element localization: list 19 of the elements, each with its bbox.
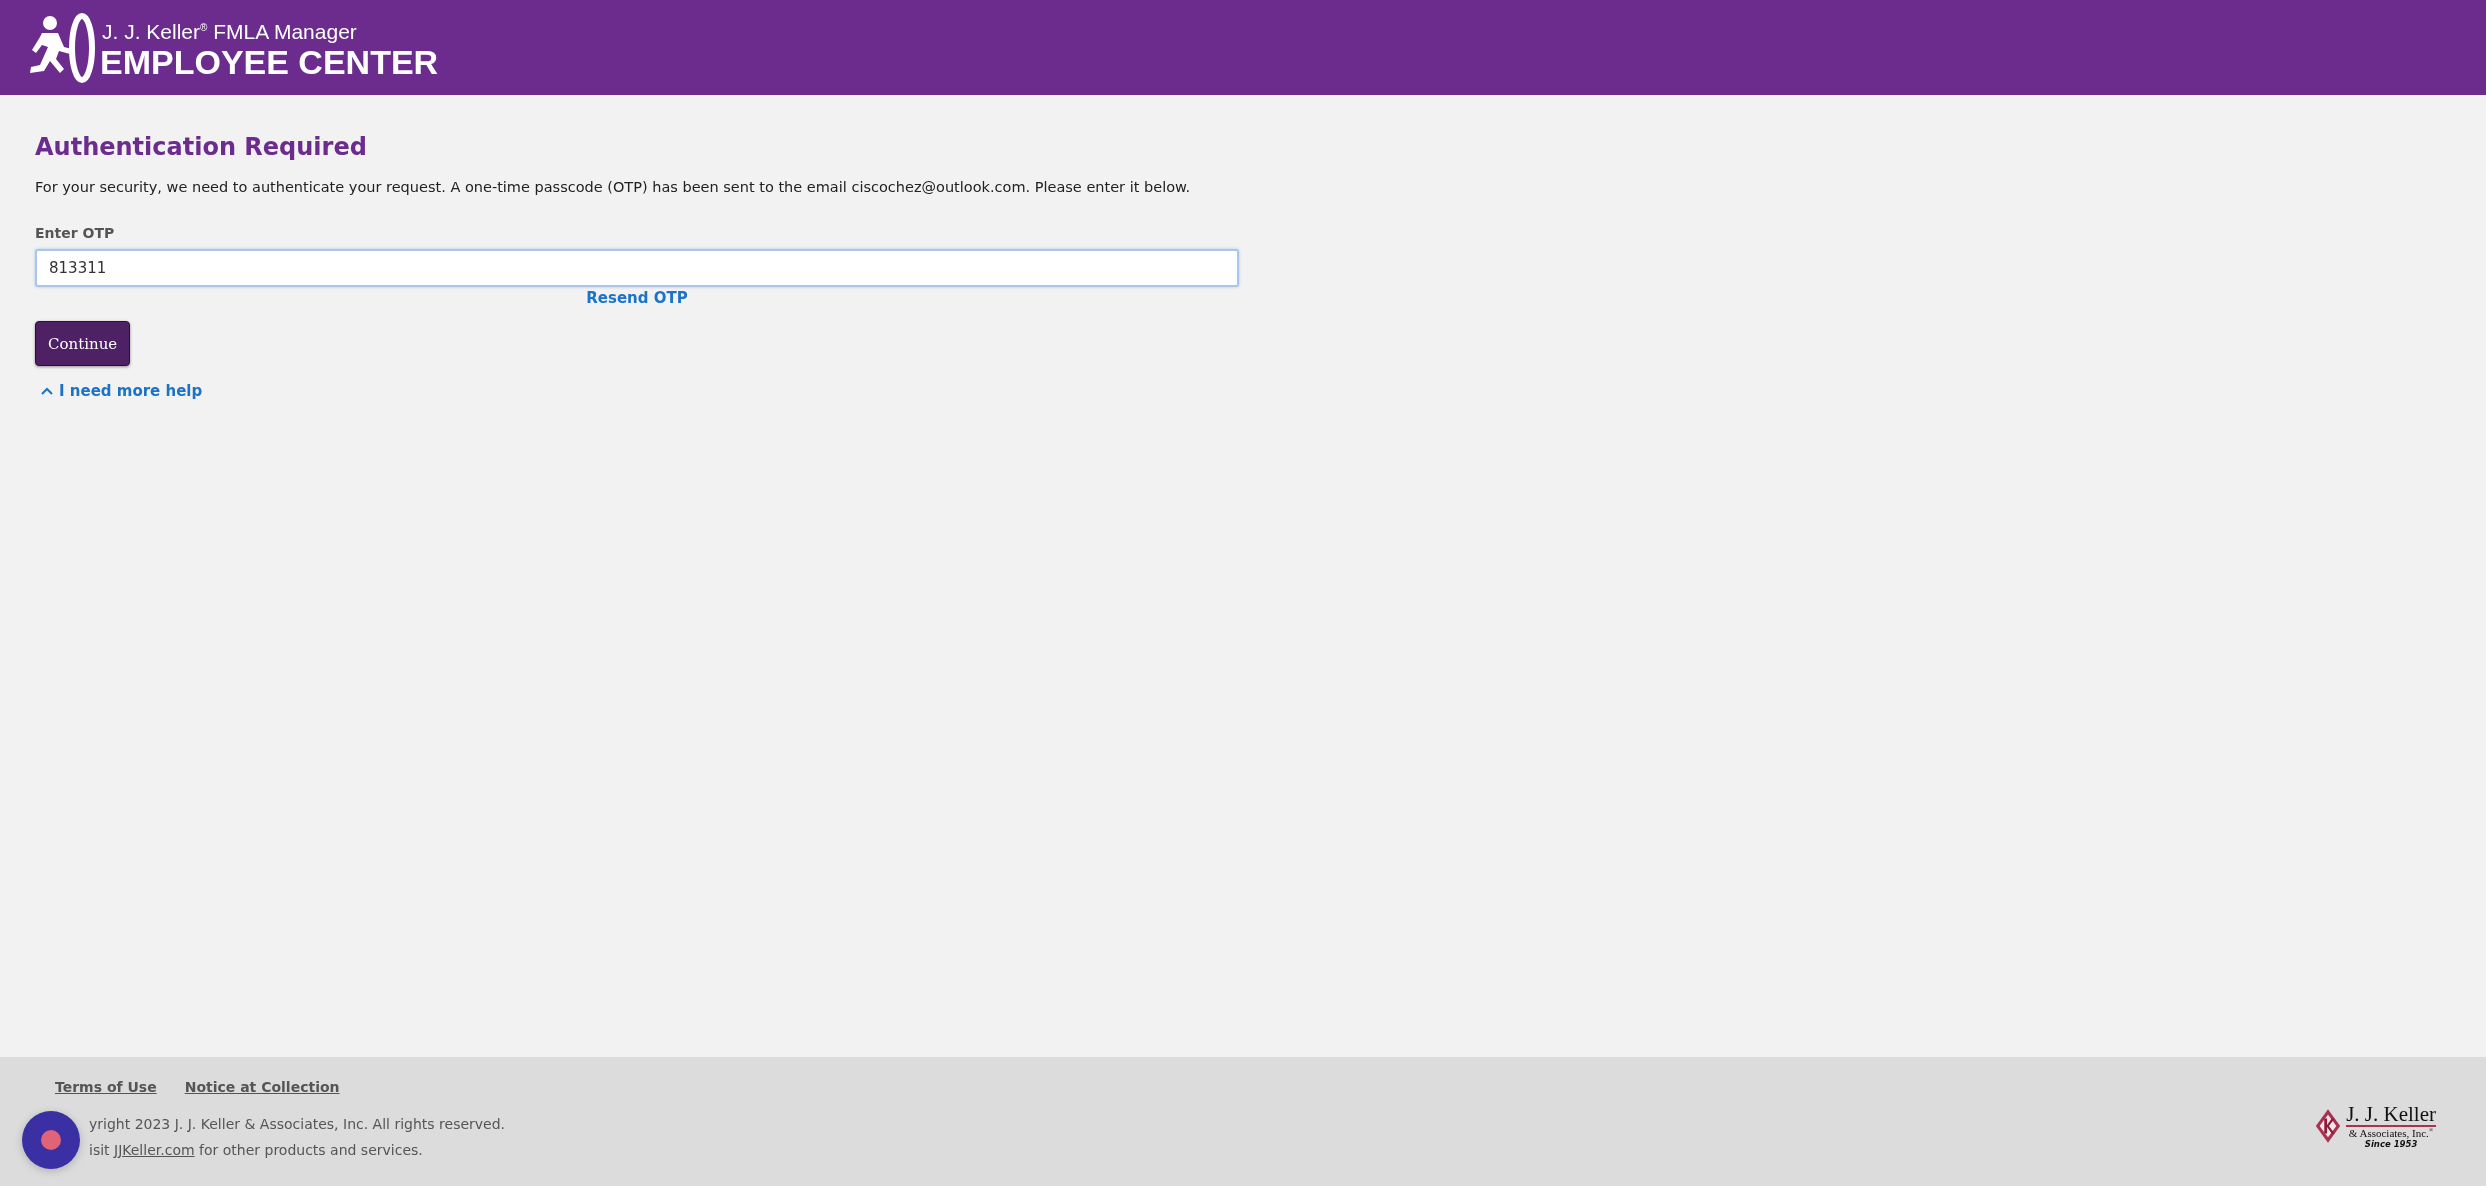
product-title: EMPLOYEE CENTER <box>100 43 439 80</box>
otp-input-field[interactable]: 813311 <box>35 249 1239 287</box>
resend-link[interactable]: Resend OTP <box>586 289 688 307</box>
copyright-text: yright 2023 J. J. Keller & Associates, Inc. All rights reserved. <box>88 1115 506 1134</box>
footer-link[interactable]: Terms of Use <box>55 1079 157 1095</box>
instruction-text: For your security, we need to authenticate your request. A one-time passcode (OTP) has been sent to the email ciscochez@outlook.com. Please enter it below. <box>35 179 1191 195</box>
diamond-logo-icon <box>2314 1107 2343 1145</box>
field-label: Enter OTP <box>35 225 115 241</box>
website-link[interactable]: JJKeller.com <box>114 1142 195 1158</box>
brand-name: J. J. Keller$^{®}$ FMLA Manager <box>102 18 358 44</box>
footer-link[interactable]: Notice at Collection <box>184 1079 340 1095</box>
chat-launcher-button[interactable] <box>22 1111 80 1169</box>
continue-button[interactable]: Continue <box>35 321 131 366</box>
company-name: J. J. Keller <box>2346 1103 2436 1127</box>
help-toggle-link[interactable]: I need more help <box>41 382 203 400</box>
page-heading: Authentication Required <box>35 133 367 161</box>
tagline: Since 1953 <box>2364 1139 2418 1149</box>
runner-logo-icon <box>28 12 98 83</box>
company-subtitle: & Associates, Inc.$^{®}$ <box>2348 1127 2434 1139</box>
